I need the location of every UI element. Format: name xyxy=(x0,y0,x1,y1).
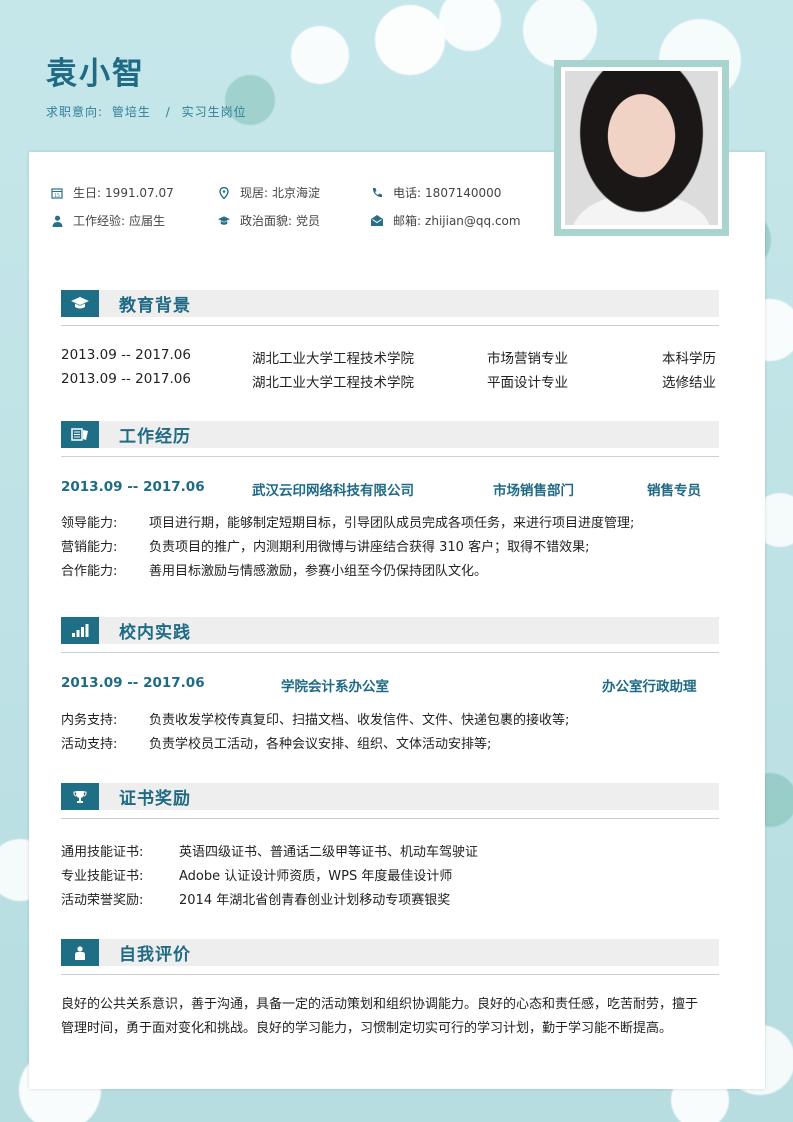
candidate-name: 袁小智 xyxy=(46,56,145,92)
person-icon xyxy=(61,939,99,966)
work-dept: 市场销售部门 xyxy=(493,483,574,499)
graduation-cap-icon xyxy=(218,215,230,227)
cert-item: 通用技能证书: 英语四级证书、普通话二级甲等证书、机动车驾驶证 xyxy=(61,845,479,860)
campus-item: 内务支持: 负责收发学校传真复印、扫描文档、收发信件、文件、快递包裹的接收等; xyxy=(61,713,570,728)
work-period: 2013.09 -- 2017.06 xyxy=(61,479,205,495)
edu-major-2: 平面设计专业 xyxy=(487,375,568,391)
svg-text:15: 15 xyxy=(54,193,60,199)
section-divider xyxy=(61,325,719,326)
intention-separator: / xyxy=(165,105,171,119)
edu-period-2: 2013.09 -- 2017.06 xyxy=(61,371,191,387)
section-certs-title: 证书奖励 xyxy=(119,789,191,809)
bar-chart-icon xyxy=(61,617,99,644)
info-residence: 现居: 北京海淀 xyxy=(218,184,320,201)
cert-item: 专业技能证书: Adobe 认证设计师资质，WPS 年度最佳设计师 xyxy=(61,869,453,884)
section-work-title: 工作经历 xyxy=(119,427,191,447)
intention-role-2: 实习生岗位 xyxy=(181,105,247,119)
book-icon xyxy=(61,421,99,448)
campus-item: 活动支持: 负责学校员工活动，各种会议安排、组织、文体活动安排等; xyxy=(61,737,492,752)
envelope-icon xyxy=(371,215,383,227)
work-role: 销售专员 xyxy=(647,483,701,499)
section-divider xyxy=(61,456,719,457)
intention-label: 求职意向: xyxy=(46,105,104,119)
edu-major-1: 市场营销专业 xyxy=(487,351,568,367)
section-self-header: 自我评价 xyxy=(61,939,719,966)
user-icon xyxy=(51,215,63,227)
section-education-header: 教育背景 xyxy=(61,290,719,317)
intention-role-1: 管培生 xyxy=(111,105,151,119)
calendar-icon: 15 xyxy=(51,187,63,199)
section-education-title: 教育背景 xyxy=(119,296,191,316)
edu-period-1: 2013.09 -- 2017.06 xyxy=(61,347,191,363)
cert-item: 活动荣誉奖励: 2014 年湖北省创青春创业计划移动专项赛银奖 xyxy=(61,893,451,908)
info-politics: 政治面貌: 党员 xyxy=(218,212,320,229)
section-divider xyxy=(61,818,719,819)
section-divider xyxy=(61,974,719,975)
self-evaluation-text: 良好的公共关系意识，善于沟通，具备一定的活动策划和组织协调能力。良好的心态和责任… xyxy=(61,997,699,1036)
work-item: 营销能力: 负责项目的推广，内测期利用微博与讲座结合获得 310 客户；取得不错效… xyxy=(61,540,590,555)
edu-degree-2: 选修结业 xyxy=(662,375,716,391)
info-birth: 15 生日: 1991.07.07 xyxy=(51,184,174,201)
profile-photo xyxy=(565,71,718,225)
section-divider xyxy=(61,652,719,653)
campus-role: 办公室行政助理 xyxy=(602,679,697,695)
campus-period: 2013.09 -- 2017.06 xyxy=(61,675,205,691)
campus-org: 学院会计系办公室 xyxy=(281,679,389,695)
edu-school-1: 湖北工业大学工程技术学院 xyxy=(252,351,414,367)
graduation-cap-icon xyxy=(61,290,99,317)
work-item: 合作能力: 善用目标激励与情感激励，参赛小组至今仍保持团队文化。 xyxy=(61,564,488,579)
info-phone: 电话: 1807140000 xyxy=(371,184,501,201)
section-self-title: 自我评价 xyxy=(119,945,191,965)
work-item: 领导能力: 项目进行期，能够制定短期目标，引导团队成员完成各项任务，来进行项目进度… xyxy=(61,516,635,531)
profile-photo-frame xyxy=(554,60,729,236)
edu-degree-1: 本科学历 xyxy=(662,351,716,367)
info-email: 邮箱: zhijian@qq.com xyxy=(371,212,521,229)
trophy-icon xyxy=(61,783,99,810)
section-campus-title: 校内实践 xyxy=(119,623,191,643)
edu-school-2: 湖北工业大学工程技术学院 xyxy=(252,375,414,391)
work-company: 武汉云印网络科技有限公司 xyxy=(252,483,414,499)
section-work-header: 工作经历 xyxy=(61,421,719,448)
info-experience: 工作经验: 应届生 xyxy=(51,212,165,229)
job-intention: 求职意向: 管培生 / 实习生岗位 xyxy=(46,103,251,120)
section-certs-header: 证书奖励 xyxy=(61,783,719,810)
location-pin-icon xyxy=(218,186,230,199)
section-campus-header: 校内实践 xyxy=(61,617,719,644)
phone-icon xyxy=(371,187,383,199)
